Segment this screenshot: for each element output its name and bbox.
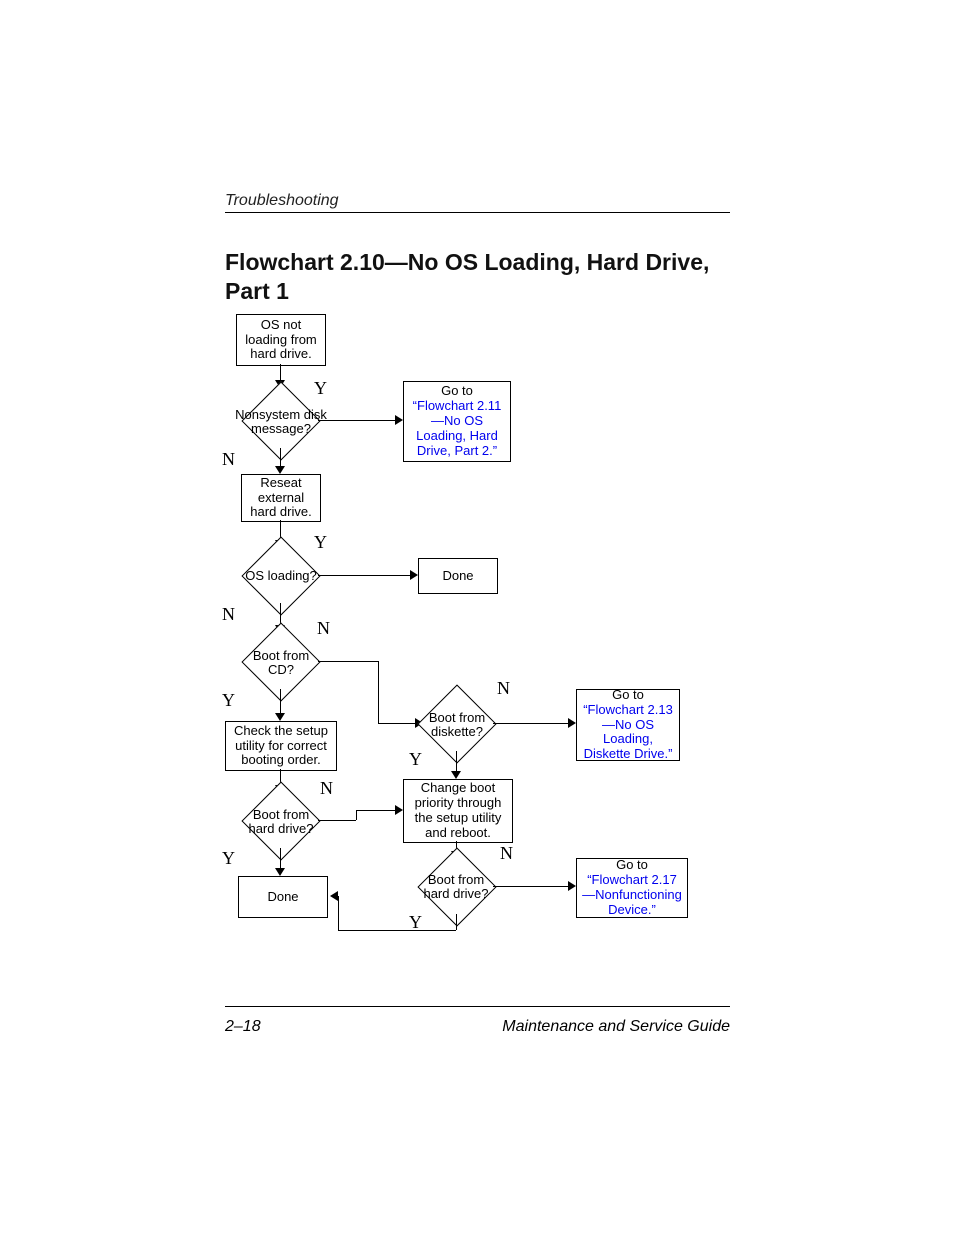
label-n: N (320, 778, 333, 799)
footer-guide-title: Maintenance and Service Guide (502, 1018, 730, 1036)
ref1-prefix: Go to (441, 383, 473, 398)
connector (493, 886, 571, 887)
arrow-right-icon (410, 570, 418, 580)
connector (318, 575, 413, 576)
connector (338, 896, 339, 930)
arrow-right-icon (568, 718, 576, 728)
ref3-link[interactable]: “Flowchart 2.17—Nonfunctioning Device.” (582, 872, 682, 917)
connector (356, 810, 398, 811)
ref1-link[interactable]: “Flowchart 2.11—No OS Loading, Hard Driv… (413, 398, 502, 458)
connector (318, 420, 398, 421)
node-done1-text: Done (438, 566, 477, 587)
connector (378, 723, 418, 724)
node-d2-text: OS loading? (235, 568, 327, 584)
node-d5-text: Boot from hard drive? (243, 802, 319, 842)
node-done1: Done (418, 558, 498, 594)
node-change-text: Change boot priority through the setup u… (404, 778, 512, 844)
connector (338, 930, 456, 931)
node-change-priority: Change boot priority through the setup u… (403, 779, 513, 843)
node-ref-2-13: Go to “Flowchart 2.13—No OS Loading, Dis… (576, 689, 680, 761)
node-d6-text: Boot from hard drive? (418, 867, 494, 907)
label-y: Y (222, 848, 235, 869)
ref2-link[interactable]: “Flowchart 2.13—No OS Loading, Diskette … (583, 702, 673, 762)
node-check-setup: Check the setup utility for correct boot… (225, 721, 337, 771)
arrow-right-icon (395, 415, 403, 425)
connector (318, 820, 356, 821)
node-done2-text: Done (263, 887, 302, 908)
arrow-right-icon (395, 805, 403, 815)
label-n: N (497, 678, 510, 699)
node-done2: Done (238, 876, 328, 918)
connector (378, 661, 379, 723)
arrow-down-icon (275, 868, 285, 876)
node-reseat: Reseat external hard drive. (241, 474, 321, 522)
label-y: Y (314, 532, 327, 553)
node-ref-2-17: Go to “Flowchart 2.17—Nonfunctioning Dev… (576, 858, 688, 918)
connector (318, 661, 378, 662)
node-d4-text: Boot from diskette? (420, 705, 494, 745)
ref2-prefix: Go to (612, 687, 644, 702)
node-d1-text: Nonsystem disk message? (229, 408, 333, 436)
page-number: 2–18 (225, 1018, 261, 1036)
ref3-prefix: Go to (616, 857, 648, 872)
connector (356, 810, 357, 820)
connector (456, 914, 457, 930)
node-reseat-text: Reseat external hard drive. (242, 473, 320, 524)
node-ref-2-11: Go to “Flowchart 2.11—No OS Loading, Har… (403, 381, 511, 462)
arrow-right-icon (568, 881, 576, 891)
arrow-left-icon (330, 891, 338, 901)
footer-rule (225, 1006, 730, 1007)
flowchart: OS not loading from hard drive. Nonsyste… (0, 0, 954, 1235)
label-n: N (222, 604, 235, 625)
node-d3-text: Boot from CD? (247, 644, 315, 682)
label-y: Y (222, 690, 235, 711)
label-n: N (317, 618, 330, 639)
node-check-text: Check the setup utility for correct boot… (226, 721, 336, 772)
label-n: N (500, 843, 513, 864)
node-start: OS not loading from hard drive. (236, 314, 326, 366)
node-start-text: OS not loading from hard drive. (237, 315, 325, 366)
connector (493, 723, 571, 724)
label-y: Y (314, 378, 327, 399)
label-y: Y (409, 749, 422, 770)
label-n: N (222, 449, 235, 470)
